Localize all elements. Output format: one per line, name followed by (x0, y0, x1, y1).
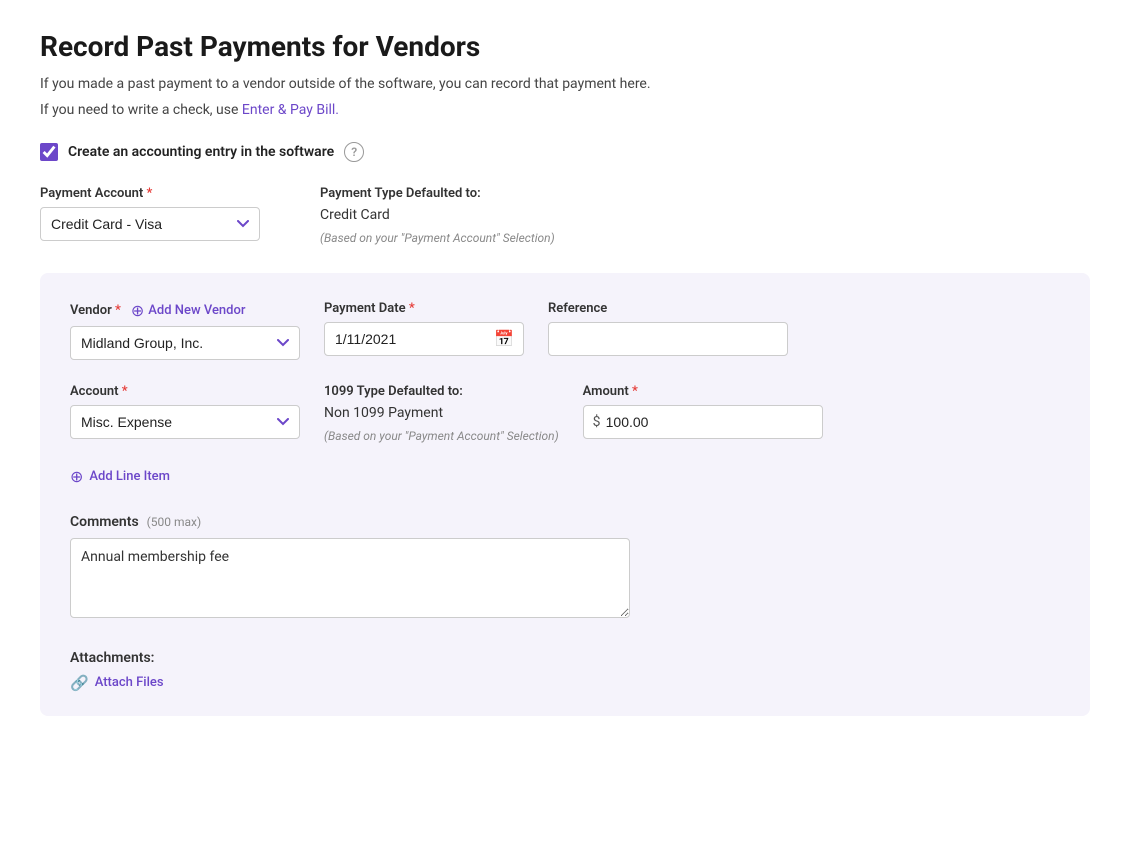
accounting-entry-row: Create an accounting entry in the softwa… (40, 142, 1090, 162)
accounting-entry-label: Create an accounting entry in the softwa… (68, 144, 334, 160)
comments-label-row: Comments (500 max) (70, 514, 1060, 530)
payment-date-input[interactable] (324, 322, 524, 356)
payment-type-label: Payment Type Defaulted to: (320, 186, 555, 201)
vendor-field: Vendor * ⊕ Add New Vendor Midland Group,… (70, 301, 300, 360)
vendor-label-row: Vendor * ⊕ Add New Vendor (70, 301, 300, 320)
vendor-date-row: Vendor * ⊕ Add New Vendor Midland Group,… (70, 301, 1060, 360)
account-field: Account * Misc. Expense (70, 384, 300, 443)
amount-field: Amount * $ (583, 384, 823, 443)
comments-textarea[interactable]: Annual membership fee (70, 538, 630, 618)
add-line-item-link[interactable]: ⊕ Add Line Item (70, 467, 1060, 486)
payment-account-label: Payment Account * (40, 186, 260, 201)
account-label: Account * (70, 384, 300, 399)
amount-label: Amount * (583, 384, 823, 399)
vendor-label: Vendor * (70, 303, 121, 318)
attach-files-link[interactable]: 🔗 Attach Files (70, 674, 1060, 692)
accounting-entry-checkbox[interactable] (40, 143, 58, 161)
attachments-section: Attachments: 🔗 Attach Files (70, 650, 1060, 692)
vendor-select[interactable]: Midland Group, Inc. (70, 326, 300, 360)
comments-section: Comments (500 max) Annual membership fee (70, 514, 1060, 622)
type-1099-field: 1099 Type Defaulted to: Non 1099 Payment… (324, 384, 559, 443)
account-type-amount-row: Account * Misc. Expense 1099 Type Defaul… (70, 384, 1060, 443)
payment-date-label: Payment Date * (324, 301, 524, 316)
attachments-label: Attachments: (70, 650, 1060, 666)
payment-date-field: Payment Date * 📅 (324, 301, 524, 360)
add-vendor-plus-icon: ⊕ (131, 301, 144, 320)
payment-type-info: Payment Type Defaulted to: Credit Card (… (320, 186, 555, 245)
description-2: If you need to write a check, use Enter … (40, 99, 1090, 121)
type-1099-label: 1099 Type Defaulted to: (324, 384, 559, 399)
payment-account-section: Payment Account * Credit Card - Visa Pay… (40, 186, 1090, 245)
type-1099-note: (Based on your "Payment Account" Selecti… (324, 429, 559, 443)
enter-pay-bill-link[interactable]: Enter & Pay Bill. (242, 102, 339, 118)
help-icon[interactable]: ? (344, 142, 364, 162)
payment-account-select[interactable]: Credit Card - Visa (40, 207, 260, 241)
reference-label: Reference (548, 301, 788, 316)
dollar-sign-icon: $ (593, 414, 601, 430)
reference-field: Reference (548, 301, 788, 360)
add-line-item-plus-icon: ⊕ (70, 467, 83, 486)
date-input-wrapper: 📅 (324, 322, 524, 356)
type-1099-value: Non 1099 Payment (324, 405, 559, 421)
paperclip-icon: 🔗 (70, 674, 89, 692)
amount-input[interactable] (583, 405, 823, 439)
account-select[interactable]: Misc. Expense (70, 405, 300, 439)
reference-input[interactable] (548, 322, 788, 356)
payment-type-value: Credit Card (320, 207, 555, 223)
payment-type-note: (Based on your "Payment Account" Selecti… (320, 231, 555, 245)
form-card: Vendor * ⊕ Add New Vendor Midland Group,… (40, 273, 1090, 716)
comments-label: Comments (70, 514, 139, 530)
payment-account-field: Payment Account * Credit Card - Visa (40, 186, 260, 241)
add-new-vendor-link[interactable]: ⊕ Add New Vendor (131, 301, 246, 320)
amount-input-wrapper: $ (583, 405, 823, 439)
page-title: Record Past Payments for Vendors (40, 30, 1090, 63)
comments-max-label: (500 max) (147, 515, 202, 529)
description-1: If you made a past payment to a vendor o… (40, 73, 1090, 95)
